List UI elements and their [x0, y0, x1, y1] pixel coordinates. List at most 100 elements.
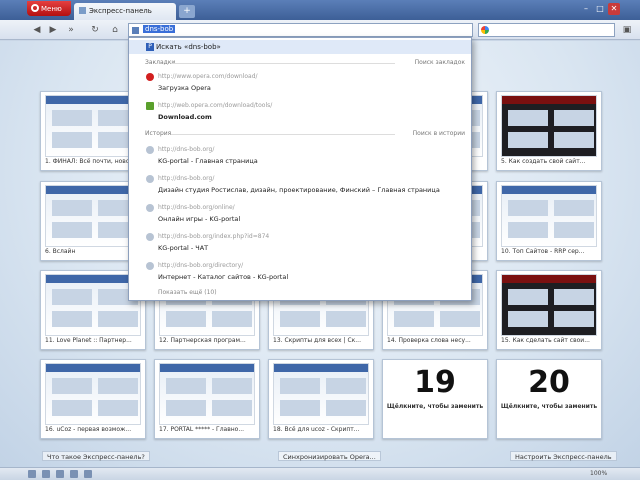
speed-dial-tile[interactable]: 18. Всё для ucoz - Скрипт...	[268, 359, 374, 439]
preview-header	[46, 186, 140, 194]
preview-header	[274, 364, 368, 372]
search-input[interactable]	[478, 23, 615, 37]
globe-icon	[146, 262, 154, 270]
zoom-level[interactable]: 100%	[590, 470, 607, 477]
address-bar[interactable]: dns-bob	[128, 23, 473, 37]
search-engine-icon: P	[146, 43, 154, 51]
bookmark-item[interactable]: http://www.opera.com/download/ Загрузка …	[129, 69, 471, 95]
preview-block	[280, 378, 320, 394]
maximize-icon[interactable]: □	[594, 3, 606, 15]
tile-hint: Щёлкните, чтобы заменить	[500, 403, 598, 410]
fast-forward-icon[interactable]: »	[64, 23, 78, 37]
preview-block	[52, 110, 92, 126]
preview-block	[212, 378, 252, 394]
bookmarks-header: Закладки Поиск закладок	[145, 59, 465, 66]
new-tab-button[interactable]: +	[179, 5, 195, 18]
preview-block	[554, 289, 594, 305]
history-item[interactable]: http://dns-bob.org/ Дизайн студия Ростис…	[129, 171, 471, 197]
address-input[interactable]: dns-bob	[143, 25, 176, 33]
address-dropdown: P Искать «dns-bob» Закладки Поиск заклад…	[128, 37, 472, 301]
tile-preview	[45, 95, 141, 157]
preview-block	[52, 132, 92, 148]
tile-preview	[273, 363, 369, 425]
images-icon[interactable]	[70, 470, 78, 478]
speed-dial-tile[interactable]: 15. Как сделать сайт свои...	[496, 270, 602, 350]
opera-menu-button[interactable]: Меню	[27, 1, 71, 16]
tile-preview	[501, 95, 597, 157]
preview-header	[46, 275, 140, 283]
preview-block	[326, 378, 366, 394]
unite-icon[interactable]	[56, 470, 64, 478]
preview-block	[98, 311, 138, 327]
tile-preview	[45, 363, 141, 425]
tile-preview	[45, 274, 141, 336]
preview-header	[160, 364, 254, 372]
speed-dial-tile[interactable]: 10. Топ Сайтов - RRP сер...	[496, 181, 602, 261]
preview-block	[52, 378, 92, 394]
tile-caption: 10. Топ Сайтов - RRP сер...	[501, 248, 585, 255]
preview-block	[508, 200, 548, 216]
preview-block	[212, 311, 252, 327]
history-item[interactable]: http://dns-bob.org/directory/ Интернет -…	[129, 258, 471, 284]
show-more-link[interactable]: Показать ещё (10)	[158, 289, 217, 296]
preview-block	[440, 311, 480, 327]
tile-caption: 5. Как создать свой сайт...	[501, 158, 586, 165]
close-icon[interactable]: ✕	[608, 3, 620, 15]
configure-speed-dial-link[interactable]: Настроить Экспресс-панель	[510, 451, 617, 461]
dropdown-search-row[interactable]: P Искать «dns-bob»	[129, 40, 471, 54]
history-item[interactable]: http://dns-bob.org/index.php?id=874 KG-p…	[129, 229, 471, 255]
tile-preview	[45, 185, 141, 247]
preview-block	[554, 132, 594, 148]
tile-caption: 12. Партнерская програм...	[159, 337, 246, 344]
preview-block	[166, 311, 206, 327]
speed-dial-tile[interactable]: 5. Как создать свой сайт...	[496, 91, 602, 171]
tile-caption: 11. Love Planet :: Партнер...	[45, 337, 132, 344]
preview-block	[52, 289, 92, 305]
tab-speed-dial[interactable]: Экспресс-панель	[74, 3, 176, 20]
back-icon[interactable]: ◀	[30, 23, 44, 37]
tile-number: 19	[414, 365, 456, 400]
preview-block	[280, 400, 320, 416]
history-item[interactable]: http://dns-bob.org/ KG-portal - Главная …	[129, 142, 471, 168]
history-item[interactable]: http://dns-bob.org/online/ Онлайн игры -…	[129, 200, 471, 226]
preview-block	[52, 400, 92, 416]
preview-block	[508, 222, 548, 238]
panel-toggle-icon[interactable]: ▣	[620, 23, 634, 37]
history-header: История Поиск в истории	[145, 130, 465, 137]
forward-icon[interactable]: ▶	[46, 23, 60, 37]
sync-opera-link[interactable]: Синхронизировать Opera...	[278, 451, 381, 461]
preview-block	[394, 311, 434, 327]
preview-block	[326, 311, 366, 327]
globe-icon	[146, 146, 154, 154]
reload-icon[interactable]: ↻	[88, 23, 102, 37]
preview-block	[508, 289, 548, 305]
minimize-icon[interactable]: –	[580, 3, 592, 15]
preview-block	[508, 132, 548, 148]
tile-preview	[501, 274, 597, 336]
tile-caption: 14. Проверка слова несу...	[387, 337, 471, 344]
empty-tile-19[interactable]: 19 Щёлкните, чтобы заменить	[382, 359, 488, 439]
preview-header	[502, 96, 596, 104]
bookmark-item[interactable]: http://web.opera.com/download/tools/ Dow…	[129, 98, 471, 124]
view-icon[interactable]	[84, 470, 92, 478]
preview-block	[326, 400, 366, 416]
preview-block	[508, 311, 548, 327]
speed-dial-tile[interactable]: 16. uCoz - первая возмож...	[40, 359, 146, 439]
home-icon[interactable]: ⌂	[108, 23, 122, 37]
turbo-icon[interactable]	[42, 470, 50, 478]
search-bookmarks-link[interactable]: Поиск закладок	[415, 59, 465, 66]
preview-header	[46, 364, 140, 372]
preview-block	[554, 222, 594, 238]
speed-dial-icon	[79, 7, 86, 14]
preview-block	[212, 400, 252, 416]
globe-icon	[146, 233, 154, 241]
opera-logo-icon	[31, 4, 39, 12]
search-history-link[interactable]: Поиск в истории	[413, 130, 465, 137]
preview-block	[554, 110, 594, 126]
what-is-speed-dial-link[interactable]: Что такое Экспресс-панель?	[42, 451, 150, 461]
speed-dial-tile[interactable]: 17. PORTAL ***** - Главно...	[154, 359, 260, 439]
empty-tile-20[interactable]: 20 Щёлкните, чтобы заменить	[496, 359, 602, 439]
preview-block	[98, 400, 138, 416]
download-icon	[146, 102, 154, 110]
panel-icon[interactable]	[28, 470, 36, 478]
